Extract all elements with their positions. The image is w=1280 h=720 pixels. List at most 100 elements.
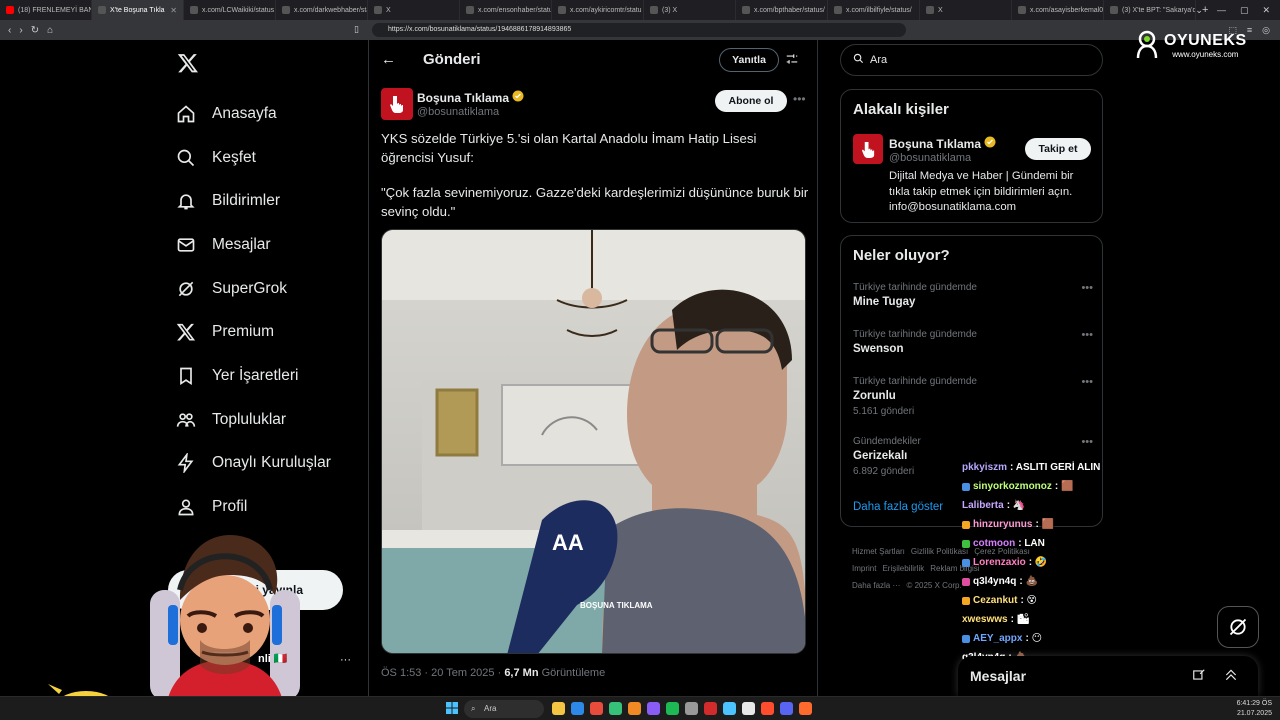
nav-item[interactable]: SuperGrok xyxy=(176,267,331,311)
taskbar-app-icon[interactable] xyxy=(761,702,774,715)
home-nav-icon[interactable]: ⌂ xyxy=(47,25,53,36)
start-icon[interactable] xyxy=(446,701,458,719)
account-name-fragment[interactable]: nli 🇮🇹 xyxy=(258,652,288,665)
footer-link[interactable]: Erişilebilirlik xyxy=(882,564,924,573)
browser-tab[interactable]: x.com/darkwebhaber/sta xyxy=(276,0,368,20)
taskbar-app-icon[interactable] xyxy=(609,702,622,715)
taskbar-app-icon[interactable] xyxy=(552,702,565,715)
footer-link[interactable]: Hizmet Şartları xyxy=(852,547,905,556)
browser-tab[interactable]: x.com/LCWaikiki/status xyxy=(184,0,276,20)
grok-button[interactable] xyxy=(1217,606,1259,648)
browser-tab[interactable]: x.com/asayisberkemal0 xyxy=(1012,0,1104,20)
close-window-icon[interactable]: ✕ xyxy=(1262,5,1270,16)
author-handle[interactable]: @bosunatiklama xyxy=(417,106,499,118)
taskbar-app-icon[interactable] xyxy=(571,702,584,715)
taskbar-app-icon[interactable] xyxy=(742,702,755,715)
new-message-icon[interactable] xyxy=(1192,668,1206,687)
trends-title: Neler oluyor? xyxy=(853,247,950,264)
nav-item[interactable]: Keşfet xyxy=(176,136,331,180)
back-nav-icon[interactable]: ‹ xyxy=(8,25,11,36)
author-avatar[interactable] xyxy=(381,88,413,120)
trend-more-icon[interactable]: ••• xyxy=(1081,376,1093,388)
taskbar-app-icon[interactable] xyxy=(704,702,717,715)
related-handle[interactable]: @bosunatiklama xyxy=(889,152,971,164)
nav-item[interactable]: Anasayfa xyxy=(176,92,331,136)
bookmark-page-icon[interactable]: ▯ xyxy=(354,24,359,35)
browser-tab[interactable]: X xyxy=(920,0,1012,20)
browser-tab[interactable]: X xyxy=(368,0,460,20)
nav-item[interactable]: Mesajlar xyxy=(176,223,331,267)
sliders-icon[interactable] xyxy=(785,52,799,71)
related-name-text[interactable]: Boşuna Tıklama xyxy=(889,137,981,151)
taskbar-clock[interactable]: 6:41:29 ÖS 21.07.2025 xyxy=(1237,699,1272,719)
browser-tab[interactable]: (3) X xyxy=(644,0,736,20)
taskbar-search[interactable]: ⌕ Ara xyxy=(464,700,544,718)
trend-more-icon[interactable]: ••• xyxy=(1081,329,1093,341)
trend-item[interactable]: Türkiye tarihinde gündemde Mine Tugay ••• xyxy=(853,282,1093,308)
profile-icon[interactable]: ◎ xyxy=(1262,25,1270,36)
taskbar-date: 21.07.2025 xyxy=(1236,710,1272,717)
x-logo-icon[interactable] xyxy=(177,52,199,80)
footer-link[interactable]: © 2025 X Corp. xyxy=(906,581,961,590)
trend-more-icon[interactable]: ••• xyxy=(1081,436,1093,448)
subscribe-button[interactable]: Abone ol xyxy=(715,90,787,112)
taskbar-app-icon[interactable] xyxy=(590,702,603,715)
messages-drawer[interactable]: Mesajlar xyxy=(958,656,1258,696)
taskbar-app-icon[interactable] xyxy=(685,702,698,715)
related-bio: Dijital Medya ve Haber | Gündemi bir tık… xyxy=(889,170,1074,213)
trend-item[interactable]: Türkiye tarihinde gündemde Zorunlu 5.161 g… xyxy=(853,376,1093,417)
browser-tab[interactable]: x.com/aykiricomtr/statu xyxy=(552,0,644,20)
nav-item[interactable]: Premium xyxy=(176,310,331,354)
tweet-video[interactable]: AA BOŞUNA TIKLAMA xyxy=(381,229,806,654)
menu-icon[interactable]: ≡ xyxy=(1247,25,1252,36)
taskbar-app-icon[interactable] xyxy=(628,702,641,715)
author-name[interactable]: Boşuna Tıklama xyxy=(417,90,524,105)
nav-item[interactable]: Bildirimler xyxy=(176,179,331,223)
trend-item[interactable]: Türkiye tarihinde gündemde Swenson ••• xyxy=(853,329,1093,355)
chat-text: : ASLITI GERİ ALIN xyxy=(1010,462,1101,473)
taskbar-app-icon[interactable] xyxy=(647,702,660,715)
expand-drawer-icon[interactable] xyxy=(1224,668,1238,687)
tweet-time[interactable]: ÖS 1:53 · 20 Tem 2025 · xyxy=(381,667,504,679)
browser-tab[interactable]: (18) FRENLEMEYİ BANA xyxy=(0,0,92,20)
account-more-icon[interactable]: ··· xyxy=(340,654,351,666)
author-name-text[interactable]: Boşuna Tıklama xyxy=(417,91,509,105)
reply-button[interactable]: Yanıtla xyxy=(719,48,779,72)
minimize-icon[interactable]: — xyxy=(1217,5,1226,15)
more-options-icon[interactable]: ••• xyxy=(793,92,806,106)
nav-item[interactable]: Yer İşaretleri xyxy=(176,354,331,398)
taskbar-app-icon[interactable] xyxy=(780,702,793,715)
trend-name: Mine Tugay xyxy=(853,296,916,308)
browser-tab[interactable]: x.com/ilbilfiyle/status/ xyxy=(828,0,920,20)
browser-tab[interactable]: X'te Boşuna Tıkla ✕ xyxy=(92,0,184,20)
taskbar-app-icon[interactable] xyxy=(666,702,679,715)
taskbar-app-icon[interactable] xyxy=(723,702,736,715)
tab-search-icon[interactable]: ⌄ xyxy=(1195,5,1203,16)
nav-item[interactable]: Onaylı Kuruluşlar xyxy=(176,442,331,486)
footer-link[interactable]: Imprint xyxy=(852,564,876,573)
maximize-icon[interactable]: ▢ xyxy=(1240,5,1249,16)
footer-link[interactable]: Gizlilik Politikası xyxy=(911,547,968,556)
taskbar-app-icon[interactable] xyxy=(799,702,812,715)
browser-tab[interactable]: x.com/ensonhaber/statu xyxy=(460,0,552,20)
related-name[interactable]: Boşuna Tıklama xyxy=(889,136,996,151)
browser-tab[interactable]: (3) X'te BPT: "Sakarya'da xyxy=(1104,0,1196,20)
primary-nav: Anasayfa Keşfet Bildirimler Mesajlar SuperGr… xyxy=(176,92,331,529)
search-input[interactable]: Ara xyxy=(840,44,1103,76)
chat-text: : 😶 xyxy=(1025,633,1043,644)
show-more-link[interactable]: Daha fazla göster xyxy=(853,501,943,513)
chat-message: q3l4yn4q: 💩 xyxy=(962,572,1162,591)
tab-close-icon[interactable]: ✕ xyxy=(170,6,177,15)
reload-icon[interactable]: ↻ xyxy=(31,25,39,36)
url-field[interactable]: https://x.com/bosunatiklama/status/19468… xyxy=(372,23,906,37)
forward-nav-icon[interactable]: › xyxy=(19,25,22,36)
trend-more-icon[interactable]: ••• xyxy=(1081,282,1093,294)
follow-button[interactable]: Takip et xyxy=(1025,138,1091,160)
back-arrow-icon[interactable]: ← xyxy=(381,51,396,68)
footer-link[interactable]: Daha fazla ··· xyxy=(852,581,900,590)
nav-item[interactable]: Topluluklar xyxy=(176,398,331,442)
chat-message: AEY_appx: 😶 xyxy=(962,629,1162,648)
related-avatar[interactable] xyxy=(853,134,883,164)
browser-tab[interactable]: x.com/bpthaber/status/ xyxy=(736,0,828,20)
aa-watermark: AA xyxy=(552,530,584,555)
